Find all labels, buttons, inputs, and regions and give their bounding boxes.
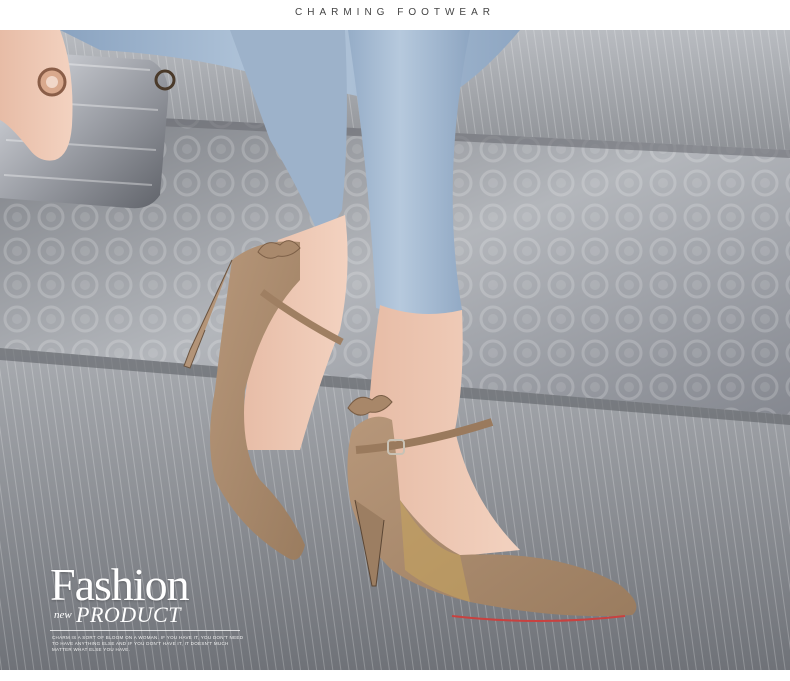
footer-bar (0, 670, 790, 681)
caption-body-line: MATTER WHAT ELSE YOU HAVE. (52, 647, 131, 652)
caption-new: new (54, 609, 72, 621)
product-photo: Fashion new PRODUCT CHARM IS A SORT OF B… (0, 30, 790, 670)
brand-title: CHARMING FOOTWEAR (295, 7, 495, 18)
header-bar: CHARMING FOOTWEAR (0, 0, 790, 30)
caption-divider (50, 630, 240, 631)
caption-product: PRODUCT (76, 602, 181, 627)
caption-body: CHARM IS A SORT OF BLOOM ON A WOMAN. IF … (52, 635, 292, 653)
